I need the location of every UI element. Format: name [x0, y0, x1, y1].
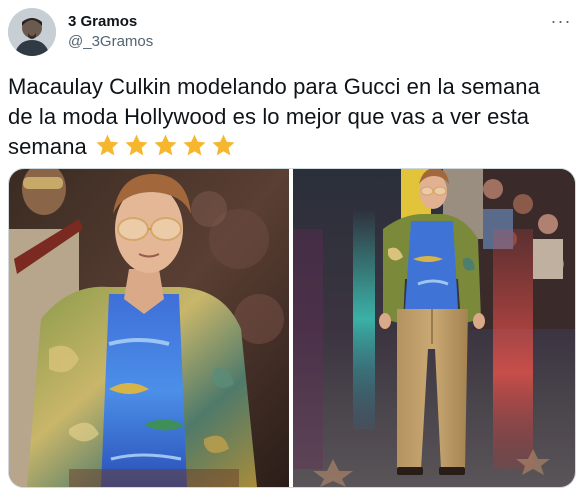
star-icon [154, 134, 177, 156]
tweet-card[interactable]: 3 Gramos @_3Gramos ··· Macaulay Culkin m… [0, 0, 587, 496]
more-options-icon[interactable]: ··· [549, 12, 573, 32]
tweet-text-container: Macaulay Culkin modelando para Gucci en … [8, 72, 568, 166]
tweet-header: 3 Gramos @_3Gramos ··· [8, 8, 579, 58]
photo-icon [9, 169, 289, 487]
photo-icon [293, 169, 575, 487]
tweet-media[interactable] [8, 168, 576, 488]
author-display-name[interactable]: 3 Gramos [68, 12, 153, 32]
user-avatar-icon [8, 8, 56, 56]
author-names: 3 Gramos @_3Gramos [68, 12, 153, 52]
author-handle[interactable]: @_3Gramos [68, 32, 153, 52]
tweet-text: Macaulay Culkin modelando para Gucci en … [8, 74, 540, 159]
runway-closeup-photo[interactable] [9, 169, 289, 487]
star-icon [183, 134, 206, 156]
star-icon [125, 134, 148, 156]
star-rating [95, 133, 240, 166]
star-icon [96, 134, 119, 156]
avatar[interactable] [8, 8, 56, 56]
runway-full-length-photo[interactable] [293, 169, 575, 487]
star-icon [212, 134, 235, 156]
